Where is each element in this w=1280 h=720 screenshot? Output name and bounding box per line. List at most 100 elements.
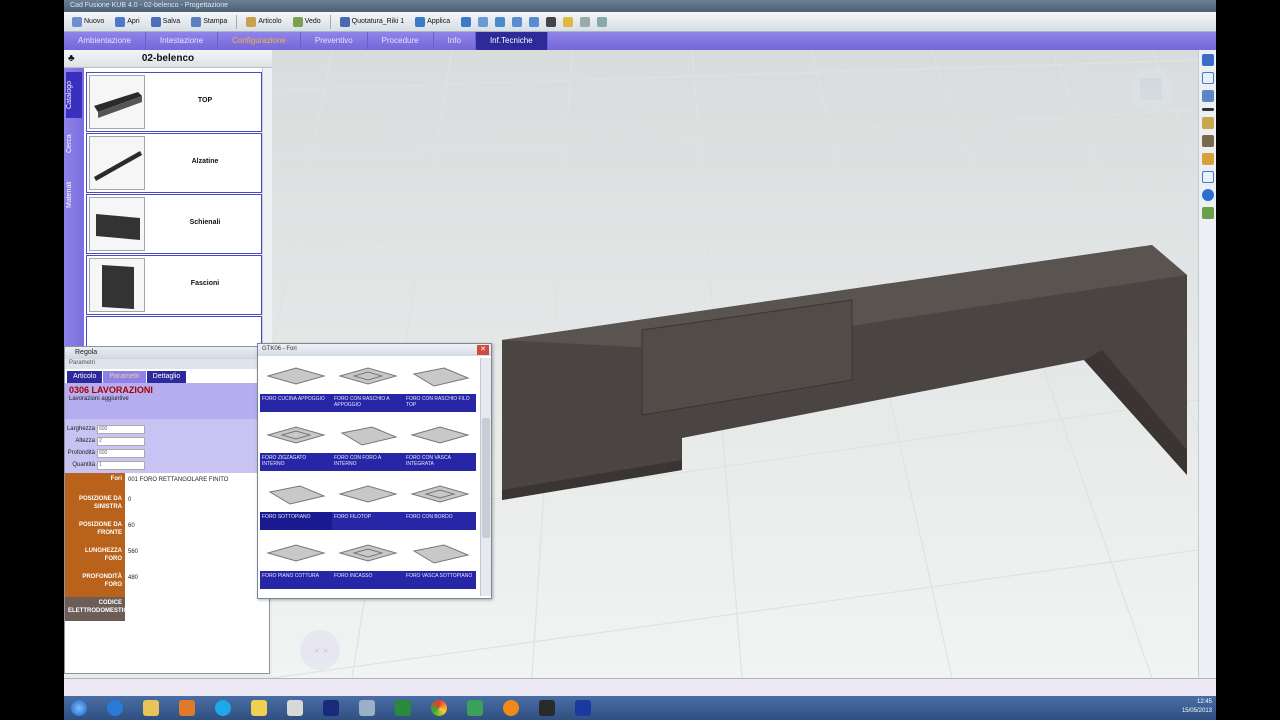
fori-shape-thumbnail [404, 362, 476, 390]
menu-tab-preventivo[interactable]: Preventivo [301, 32, 368, 50]
catalog-item[interactable]: TOP [86, 72, 262, 132]
notes-icon[interactable] [244, 697, 274, 719]
search-icon[interactable] [580, 16, 591, 27]
field-label: Profondità [67, 450, 95, 456]
folder-icon[interactable] [136, 697, 166, 719]
vtab-catalogo[interactable]: Catalogo [66, 72, 82, 118]
toolbar-button-apri[interactable]: Apri [111, 14, 143, 29]
window-titlebar: Cad Fusione KUB 4.0 - 02-belenco - Proge… [64, 0, 1216, 12]
parameter-row[interactable]: LUNGHEZZA FORO 560 [65, 545, 269, 571]
folder-icon[interactable] [563, 16, 574, 27]
catalog-item-thumbnail [89, 258, 145, 312]
excel-icon[interactable] [388, 697, 418, 719]
view-cube-widget[interactable] [1130, 68, 1174, 112]
field-label: Altezza [75, 438, 95, 444]
document-icon[interactable] [352, 697, 382, 719]
parameter-value[interactable]: 001 FORO RETTANGOLARE FINITO [125, 473, 269, 493]
toolbar-button-label: Articolo [258, 18, 282, 25]
globe-icon[interactable] [1201, 189, 1214, 201]
select-icon[interactable] [1201, 171, 1214, 183]
parameter-value[interactable]: 560 [125, 545, 269, 571]
field-input[interactable]: 2 [97, 436, 145, 446]
popup-title: GTK06 - Fori [262, 346, 297, 352]
parameter-value[interactable]: 480 [125, 571, 269, 597]
skype-icon[interactable] [208, 697, 238, 719]
parameter-label: LUNGHEZZA FORO [65, 545, 125, 571]
fori-shape-thumbnail [332, 539, 404, 567]
spreadsheet-icon[interactable] [460, 697, 490, 719]
catalog-item[interactable]: Schienali [86, 194, 262, 254]
parameter-value[interactable]: 0 [125, 493, 269, 519]
refresh-icon[interactable] [461, 16, 472, 27]
copy-icon[interactable] [478, 16, 489, 27]
parameter-row[interactable]: PROFONDITÀ FORO 480 [65, 571, 269, 597]
clock-time: 12:45 [1196, 699, 1212, 705]
pencil-icon[interactable] [1201, 90, 1214, 102]
system-tray[interactable]: 12:45 15/05/2013 [1142, 698, 1212, 718]
menu-tab-intestazione[interactable]: Intestazione [146, 32, 219, 50]
navigation-wheel[interactable]: × × [300, 630, 340, 670]
paste-icon[interactable] [495, 16, 506, 27]
publisher-icon[interactable] [316, 697, 346, 719]
field-label: Quantità [72, 462, 95, 468]
line-icon[interactable] [1201, 108, 1214, 111]
toolbar-button-articolo[interactable]: Articolo [242, 14, 285, 29]
regola-titlebar[interactable]: Regola ✕ [65, 347, 269, 359]
office-icon[interactable] [280, 697, 310, 719]
parameter-row[interactable]: POSIZIONE DA SINISTRA 0 [65, 493, 269, 519]
menu-tab-info[interactable]: Info [434, 32, 476, 50]
pointer-icon[interactable] [597, 16, 608, 27]
checkbox-icon[interactable] [1201, 72, 1214, 84]
toolbar-button-stampa[interactable]: Stampa [187, 14, 231, 29]
vtab-cerca[interactable]: Cerca [66, 126, 82, 162]
toolbar-button-nuovo[interactable]: Nuovo [68, 14, 108, 29]
parameter-row[interactable]: Fori 001 FORO RETTANGOLARE FINITO [65, 473, 269, 493]
tab-articolo[interactable]: Articolo [67, 371, 103, 383]
toolbar-button-applica[interactable]: Applica [411, 14, 454, 29]
media-player-icon[interactable] [172, 697, 202, 719]
paint-icon[interactable] [1201, 117, 1214, 129]
field-row: Altezza 2 [65, 435, 269, 447]
cad-app-icon[interactable] [532, 697, 562, 719]
field-row: Larghezza 600 [65, 423, 269, 435]
zoom-in-icon[interactable] [512, 16, 523, 27]
catalog-item[interactable]: Alzatine [86, 133, 262, 193]
camera-icon[interactable] [1201, 135, 1214, 147]
close-icon[interactable]: ✕ [477, 345, 489, 355]
scroll-thumb[interactable] [482, 418, 490, 538]
menu-tab-ambientazione[interactable]: Ambientazione [64, 32, 146, 50]
tab-dettaglio[interactable]: Dettaglio [146, 371, 187, 383]
rotate-icon[interactable] [1201, 54, 1214, 66]
parameter-value[interactable]: 60 [125, 519, 269, 545]
tab-parametri[interactable]: Parametri [103, 371, 146, 383]
fori-option-label: FORO VASCA SOTTOPIANO [404, 571, 476, 589]
browser-icon[interactable] [100, 697, 130, 719]
toolbar-button-quotatura-riki-1[interactable]: Quotatura_Riki 1 [336, 14, 409, 29]
hand-icon[interactable] [1201, 153, 1214, 165]
catalog-scrollbar[interactable] [262, 68, 272, 346]
menu-tab-inf-tecniche[interactable]: Inf.Tecniche [475, 32, 548, 50]
parameter-value[interactable] [125, 597, 269, 621]
vtab-materiali[interactable]: Materiali [66, 172, 82, 218]
chrome-icon[interactable] [424, 697, 454, 719]
image-icon[interactable] [1201, 207, 1214, 219]
catalog-item[interactable]: Fascioni [86, 255, 262, 315]
catalog-item-partial[interactable] [86, 316, 262, 348]
start-button[interactable] [64, 697, 94, 719]
field-input[interactable]: 600 [97, 424, 145, 434]
parameter-row[interactable]: POSIZIONE DA FRONTE 60 [65, 519, 269, 545]
field-input[interactable]: 600 [97, 448, 145, 458]
camera-icon[interactable] [546, 16, 557, 27]
toolbar-button-vedo[interactable]: Vedo [289, 14, 325, 29]
catalog-header-icon[interactable]: ♣ [68, 53, 75, 64]
parameter-row[interactable]: CODICE ELETTRODOMESTICO [65, 597, 269, 621]
menu-tab-configurazione[interactable]: Configurazione [218, 32, 301, 50]
popup-titlebar[interactable]: GTK06 - Fori ✕ [258, 344, 491, 356]
zoom-out-icon[interactable] [529, 16, 540, 27]
kub-app-icon[interactable] [568, 697, 598, 719]
firefox-icon[interactable] [496, 697, 526, 719]
menu-tab-procedure[interactable]: Procedure [368, 32, 434, 50]
popup-scrollbar[interactable] [480, 358, 491, 596]
field-input[interactable]: 1 [97, 460, 145, 470]
toolbar-button-salva[interactable]: Salva [147, 14, 185, 29]
